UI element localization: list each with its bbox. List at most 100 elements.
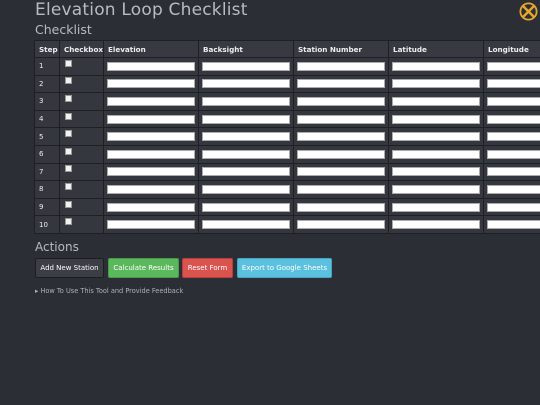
checkbox-cell <box>59 144 104 164</box>
station-number-input[interactable] <box>297 167 385 177</box>
station-number-cell <box>293 162 389 182</box>
step-checkbox[interactable] <box>65 112 72 120</box>
elevation-cell <box>103 92 199 111</box>
latitude-input[interactable] <box>392 79 480 89</box>
step-number: 5 <box>34 127 60 146</box>
step-checkbox[interactable] <box>65 77 72 85</box>
backsight-input[interactable] <box>202 114 290 124</box>
step-checkbox[interactable] <box>65 147 72 155</box>
calculate-results-button[interactable]: Calculate Results <box>108 258 179 278</box>
checkbox-cell <box>59 127 104 146</box>
station-number-input[interactable] <box>297 96 385 106</box>
latitude-cell <box>388 180 484 199</box>
backsight-cell <box>198 109 294 129</box>
elevation-cell <box>103 180 199 199</box>
backsight-input[interactable] <box>202 132 290 142</box>
longitude-cell <box>483 180 540 199</box>
longitude-input[interactable] <box>487 114 540 124</box>
elevation-input[interactable] <box>107 220 195 230</box>
backsight-input[interactable] <box>202 184 290 194</box>
backsight-cell <box>198 180 294 199</box>
backsight-cell <box>198 144 294 164</box>
station-number-input[interactable] <box>297 220 385 230</box>
help-disclosure[interactable]: ▸ How To Use This Tool and Provide Feedb… <box>35 287 183 295</box>
station-number-input[interactable] <box>297 61 385 71</box>
step-checkbox[interactable] <box>65 130 72 138</box>
longitude-input[interactable] <box>487 184 540 194</box>
elevation-cell <box>103 162 199 182</box>
step-checkbox[interactable] <box>65 165 72 173</box>
step-checkbox[interactable] <box>65 182 72 190</box>
checkbox-cell <box>59 109 104 129</box>
backsight-input[interactable] <box>202 202 290 212</box>
backsight-input[interactable] <box>202 61 290 71</box>
section-title-checklist: Checklist <box>35 22 92 37</box>
station-number-cell <box>293 144 389 164</box>
station-number-cell <box>293 74 389 94</box>
longitude-input[interactable] <box>487 61 540 71</box>
checkbox-cell <box>59 215 104 234</box>
step-checkbox[interactable] <box>65 218 72 226</box>
elevation-input[interactable] <box>107 149 195 159</box>
backsight-input[interactable] <box>202 96 290 106</box>
step-number: 2 <box>34 74 60 94</box>
station-number-input[interactable] <box>297 132 385 142</box>
backsight-input[interactable] <box>202 79 290 89</box>
station-number-input[interactable] <box>297 114 385 124</box>
latitude-input[interactable] <box>392 202 480 212</box>
page-title: Elevation Loop Checklist <box>35 0 248 20</box>
elevation-cell <box>103 144 199 164</box>
station-number-input[interactable] <box>297 149 385 159</box>
disclosure-triangle-icon: ▸ <box>35 287 39 295</box>
latitude-input[interactable] <box>392 149 480 159</box>
latitude-cell <box>388 197 484 217</box>
latitude-input[interactable] <box>392 114 480 124</box>
elevation-input[interactable] <box>107 114 195 124</box>
longitude-input[interactable] <box>487 79 540 89</box>
export-to-google-sheets-button[interactable]: Export to Google Sheets <box>237 258 332 278</box>
station-number-cell <box>293 197 389 217</box>
backsight-input[interactable] <box>202 167 290 177</box>
column-header-backsight: Backsight <box>198 40 294 58</box>
column-header-checkbox: Checkbox <box>59 40 104 58</box>
table-header-row: Step Checkbox Elevation Backsight Statio… <box>34 40 540 58</box>
add-new-station-button[interactable]: Add New Station <box>35 258 104 278</box>
longitude-input[interactable] <box>487 149 540 159</box>
longitude-input[interactable] <box>487 202 540 212</box>
elevation-input[interactable] <box>107 96 195 106</box>
elevation-input[interactable] <box>107 167 195 177</box>
step-number: 8 <box>34 180 60 199</box>
longitude-input[interactable] <box>487 132 540 142</box>
longitude-input[interactable] <box>487 96 540 106</box>
latitude-input[interactable] <box>392 167 480 177</box>
longitude-input[interactable] <box>487 220 540 230</box>
elevation-input[interactable] <box>107 184 195 194</box>
backsight-cell <box>198 57 294 76</box>
longitude-input[interactable] <box>487 167 540 177</box>
latitude-input[interactable] <box>392 184 480 194</box>
latitude-input[interactable] <box>392 220 480 230</box>
station-number-input[interactable] <box>297 202 385 212</box>
station-number-input[interactable] <box>297 79 385 89</box>
latitude-input[interactable] <box>392 61 480 71</box>
elevation-input[interactable] <box>107 132 195 142</box>
latitude-cell <box>388 109 484 129</box>
step-checkbox[interactable] <box>65 59 72 67</box>
step-checkbox[interactable] <box>65 94 72 102</box>
table-row: 5 <box>34 127 540 146</box>
station-number-cell <box>293 109 389 129</box>
backsight-input[interactable] <box>202 149 290 159</box>
backsight-input[interactable] <box>202 220 290 230</box>
latitude-input[interactable] <box>392 132 480 142</box>
elevation-input[interactable] <box>107 61 195 71</box>
table-row: 2 <box>34 74 540 94</box>
step-checkbox[interactable] <box>65 200 72 208</box>
latitude-input[interactable] <box>392 96 480 106</box>
table-row: 4 <box>34 109 540 129</box>
station-number-input[interactable] <box>297 184 385 194</box>
backsight-cell <box>198 74 294 94</box>
elevation-input[interactable] <box>107 202 195 212</box>
longitude-cell <box>483 144 540 164</box>
reset-form-button[interactable]: Reset Form <box>182 258 233 278</box>
elevation-input[interactable] <box>107 79 195 89</box>
